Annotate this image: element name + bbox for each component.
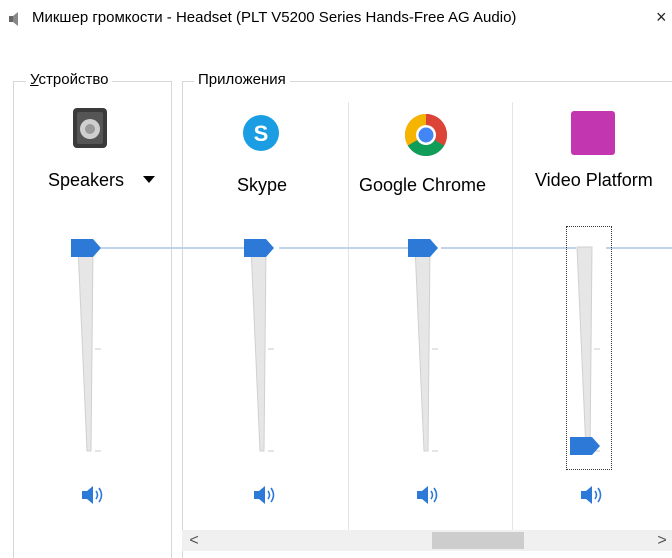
chevron-down-icon <box>143 176 156 183</box>
chrome-volume-thumb[interactable] <box>408 239 438 257</box>
skype-volume-slider[interactable] <box>244 239 284 461</box>
close-button[interactable]: × <box>656 6 667 28</box>
volume-link-line <box>606 247 672 249</box>
device-speaker-icon[interactable] <box>73 108 107 148</box>
scrollbar-thumb[interactable] <box>432 532 524 549</box>
window-title: Микшер громкости - Headset (PLT V5200 Se… <box>32 9 517 26</box>
device-mute-button[interactable] <box>80 484 106 506</box>
column-divider <box>512 102 513 530</box>
app-name-video-platform: Video Platform <box>535 170 653 190</box>
chrome-mute-button[interactable] <box>415 484 441 506</box>
speaker-icon <box>9 12 18 26</box>
video-platform-mute-button[interactable] <box>579 484 605 506</box>
video-platform-volume-thumb[interactable] <box>570 437 600 455</box>
scroll-right-button[interactable]: > <box>654 532 670 549</box>
chrome-volume-slider[interactable] <box>408 239 448 461</box>
svg-text:S: S <box>254 121 269 146</box>
device-name: Speakers <box>48 170 125 190</box>
device-selector[interactable]: Speakers <box>48 168 156 192</box>
volume-link-line <box>101 247 251 249</box>
skype-mute-button[interactable] <box>252 484 278 506</box>
device-volume-thumb[interactable] <box>71 239 101 257</box>
video-platform-icon[interactable] <box>571 111 615 155</box>
video-platform-volume-slider[interactable] <box>570 239 610 461</box>
device-group-label: Устройство <box>26 70 113 90</box>
volume-link-line <box>441 247 576 249</box>
horizontal-scrollbar[interactable]: < > <box>182 530 672 551</box>
title-bar: Микшер громкости - Headset (PLT V5200 Se… <box>0 0 672 34</box>
app-name-skype: Skype <box>237 175 288 195</box>
volume-link-line <box>279 247 413 249</box>
skype-icon[interactable]: S <box>242 114 280 152</box>
app-name-chrome: Google Chrome <box>359 175 487 195</box>
skype-volume-thumb[interactable] <box>244 239 274 257</box>
applications-group-label: Приложения <box>194 70 290 90</box>
column-divider <box>348 102 349 530</box>
device-volume-slider[interactable] <box>71 239 111 461</box>
chrome-icon[interactable] <box>404 113 448 157</box>
scroll-left-button[interactable]: < <box>186 532 202 549</box>
